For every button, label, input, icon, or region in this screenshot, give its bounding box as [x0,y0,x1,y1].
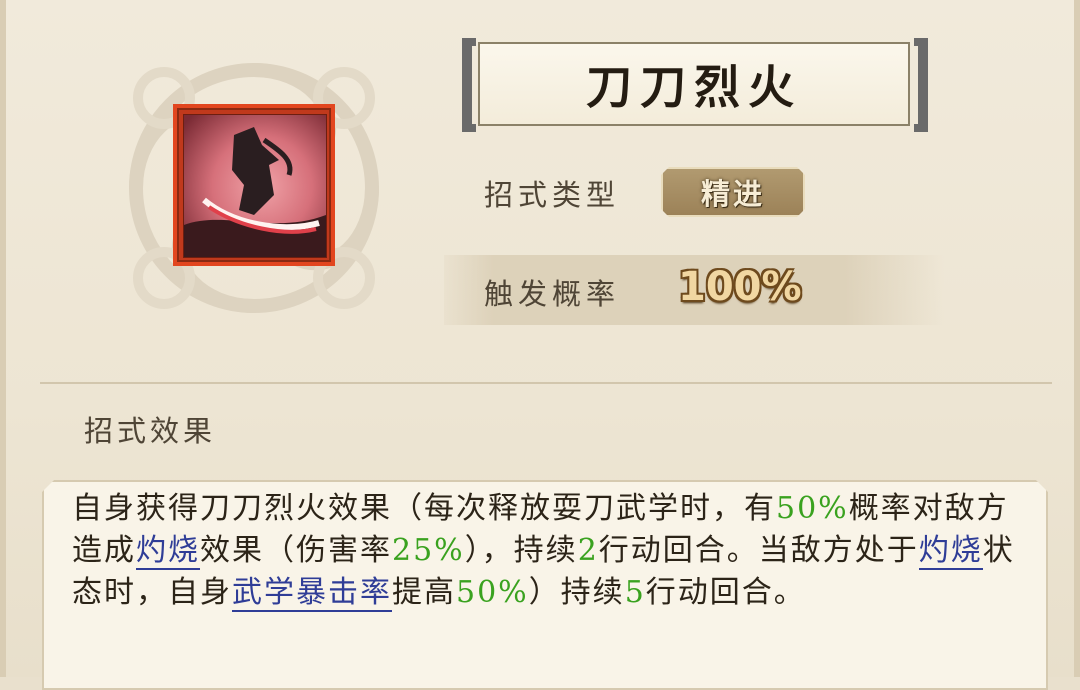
effect-section-title: 招式效果 [84,414,217,448]
skill-title-box: 刀刀烈火 [478,42,910,126]
effect-text: ）持续 [528,575,625,610]
title-bracket-right [914,38,928,132]
effect-keyword-link[interactable]: 武学暴击率 [232,575,392,612]
trigger-chance-value: 100% [678,264,802,310]
skill-title-frame: 刀刀烈火 [462,38,928,132]
effect-value-highlight: 50% [776,491,849,526]
effect-keyword-link[interactable]: 灼烧 [136,533,200,570]
effect-description: 自身获得刀刀烈火效果（每次释放耍刀武学时，有50%概率对敌方造成灼烧效果（伤害率… [72,488,1024,614]
skill-icon-frame [173,104,335,266]
effect-text: 效果（伤害率 [200,533,392,568]
effect-text: ），持续 [464,533,578,568]
sword-slash-ninja-icon [183,114,327,258]
effect-text: 自身获得刀刀烈火效果（每次释放耍刀武学时，有 [72,491,776,526]
effect-value-highlight: 2 [577,533,599,568]
effect-text: 行动回合。当敌方处于 [598,533,919,568]
effect-value-highlight: 25% [392,533,465,568]
effect-keyword-link[interactable]: 灼烧 [918,533,983,570]
skill-detail-panel: 刀刀烈火 招式类型 精进 触发概率 100% 招式效果 自身获得刀刀烈火效果（每… [0,0,1080,690]
skill-type-badge: 精进 [661,167,805,217]
skill-type-label: 招式类型 [484,178,621,212]
effect-value-highlight: 50% [456,575,529,610]
section-divider [40,382,1052,384]
effect-text: 提高 [392,575,456,610]
title-bracket-left [462,38,476,132]
trigger-chance-label: 触发概率 [484,277,621,311]
effect-text: 行动回合。 [645,575,806,610]
skill-name: 刀刀烈火 [586,60,802,114]
skill-type-value: 精进 [700,177,765,211]
effect-value-highlight: 5 [624,575,646,610]
